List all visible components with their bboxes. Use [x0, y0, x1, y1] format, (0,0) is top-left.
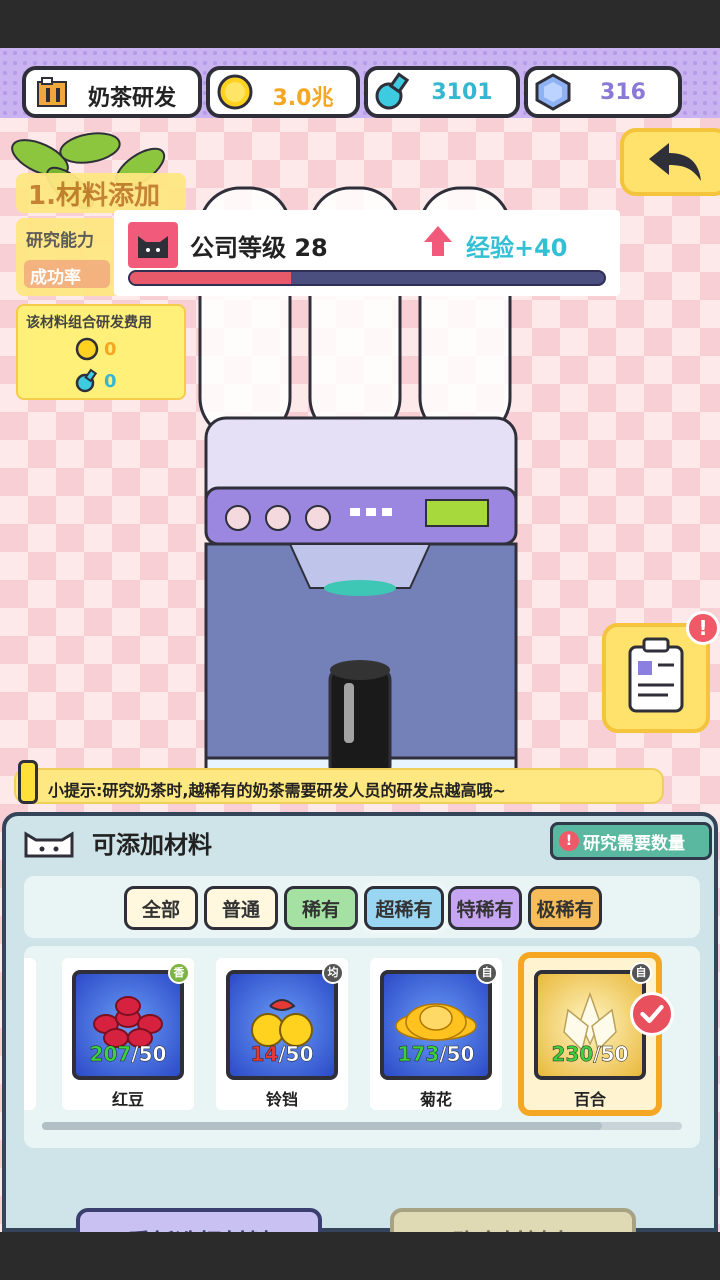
- exclamation-icon: !: [559, 831, 579, 851]
- title-chip: 奶茶研发: [22, 66, 202, 118]
- cat-icon: [24, 831, 74, 858]
- material-name: 百合: [573, 1090, 606, 1109]
- level-up-arrow-icon: [424, 226, 452, 256]
- tip-bar: 小提示:研究奶茶时,越稀有的奶茶需要研发人员的研发点越高哦~: [14, 760, 664, 804]
- alert-badge-icon: !: [686, 611, 720, 645]
- cost-coin-value: 0: [104, 338, 117, 360]
- required-amount-label: 研究需要数量: [583, 833, 685, 854]
- company-cat-icon: [128, 222, 178, 268]
- gems-chip[interactable]: 316: [524, 66, 682, 118]
- scrollbar-thumb[interactable]: [42, 1122, 602, 1130]
- material-card-bell[interactable]: 均 14/50 铃铛: [216, 958, 348, 1110]
- materials-list: 香 207/50 红豆 均 14/50 铃铛 自 173/50 菊花 自 230…: [24, 946, 700, 1148]
- material-card-partial[interactable]: [24, 958, 36, 1110]
- panel-header: 可添加材料: [20, 822, 212, 862]
- ability-panel: 研究能力 成功率: [16, 218, 126, 296]
- rarity-tabs: 全部 普通 稀有 超稀有 特稀有 极稀有: [24, 876, 700, 938]
- material-name: 红豆: [111, 1090, 144, 1109]
- flavor-tag: 均: [322, 962, 344, 984]
- cost-potion-row: 0: [74, 368, 117, 394]
- confirm-materials-button[interactable]: 确定材料表: [390, 1208, 636, 1232]
- materials-scrollbar[interactable]: [42, 1122, 682, 1130]
- panel-title: 可添加材料: [92, 830, 212, 859]
- cost-title: 该材料组合研发费用: [26, 315, 152, 331]
- company-level: 公司等级 28: [190, 234, 328, 262]
- material-card-lily[interactable]: 自 230/50 百合: [518, 952, 662, 1116]
- back-button[interactable]: [620, 128, 720, 196]
- tab-special-rare[interactable]: 特稀有: [448, 886, 522, 930]
- title-text: 奶茶研发: [87, 86, 176, 111]
- flavor-tag: 自: [630, 962, 652, 984]
- material-count: 230/50: [551, 1042, 629, 1067]
- level-progress-fill: [130, 272, 292, 284]
- material-count: 14/50: [250, 1042, 314, 1067]
- status-bar-bottom: [0, 1232, 720, 1280]
- checkmark-icon: [630, 992, 674, 1036]
- level-progress-bar: [128, 270, 606, 286]
- cost-coin-row: 0: [74, 336, 117, 362]
- coins-value: 3.0兆: [272, 86, 334, 111]
- coin-icon: [75, 337, 99, 361]
- exclamation-icon: [18, 760, 38, 804]
- game-scene: 奶茶研发 3.0兆 3101 316 1.材料添加 研究能力 成功率 该材料组合…: [0, 48, 720, 1232]
- potions-value: 3101: [431, 80, 493, 105]
- reset-materials-button[interactable]: 重新选择材料: [76, 1208, 322, 1232]
- materials-panel: 可添加材料 ! 研究需要数量 全部 普通 稀有 超稀有 特稀有 极稀有 香 20…: [2, 812, 718, 1232]
- coins-chip[interactable]: 3.0兆: [206, 66, 360, 118]
- material-name: 菊花: [419, 1090, 452, 1109]
- material-card-chrysanthemum[interactable]: 自 173/50 菊花: [370, 958, 502, 1110]
- research-notes-button[interactable]: !: [602, 611, 720, 733]
- ability-label: 研究能力: [26, 231, 94, 251]
- material-count: 207/50: [89, 1042, 167, 1067]
- flavor-tag: 自: [476, 962, 498, 984]
- material-card-red-bean[interactable]: 香 207/50 红豆: [62, 958, 194, 1110]
- exp-gain: 经验+40: [466, 234, 568, 262]
- potion-icon: [75, 368, 98, 393]
- tab-common[interactable]: 普通: [204, 886, 278, 930]
- level-popup: 公司等级 28 经验+40: [114, 210, 620, 296]
- cost-panel: 该材料组合研发费用 0 0: [16, 304, 186, 400]
- tab-super-rare[interactable]: 超稀有: [364, 886, 444, 930]
- success-rate-label: 成功率: [24, 260, 110, 288]
- tab-all[interactable]: 全部: [124, 886, 198, 930]
- step-title: 1.材料添加: [16, 173, 186, 213]
- potions-chip[interactable]: 3101: [364, 66, 520, 118]
- tab-ultra-rare[interactable]: 极稀有: [528, 886, 602, 930]
- back-arrow-icon: [649, 143, 701, 181]
- material-name: 铃铛: [265, 1090, 298, 1109]
- tip-text: 小提示:研究奶茶时,越稀有的奶茶需要研发人员的研发点越高哦~: [48, 781, 506, 800]
- cost-potion-value: 0: [104, 370, 117, 392]
- tab-rare[interactable]: 稀有: [284, 886, 358, 930]
- material-count: 173/50: [397, 1042, 475, 1067]
- required-amount-button[interactable]: ! 研究需要数量: [550, 822, 712, 860]
- status-bar-top: [0, 0, 720, 48]
- notebook-icon: [628, 637, 684, 713]
- flavor-tag: 香: [168, 962, 190, 984]
- gems-value: 316: [600, 80, 646, 105]
